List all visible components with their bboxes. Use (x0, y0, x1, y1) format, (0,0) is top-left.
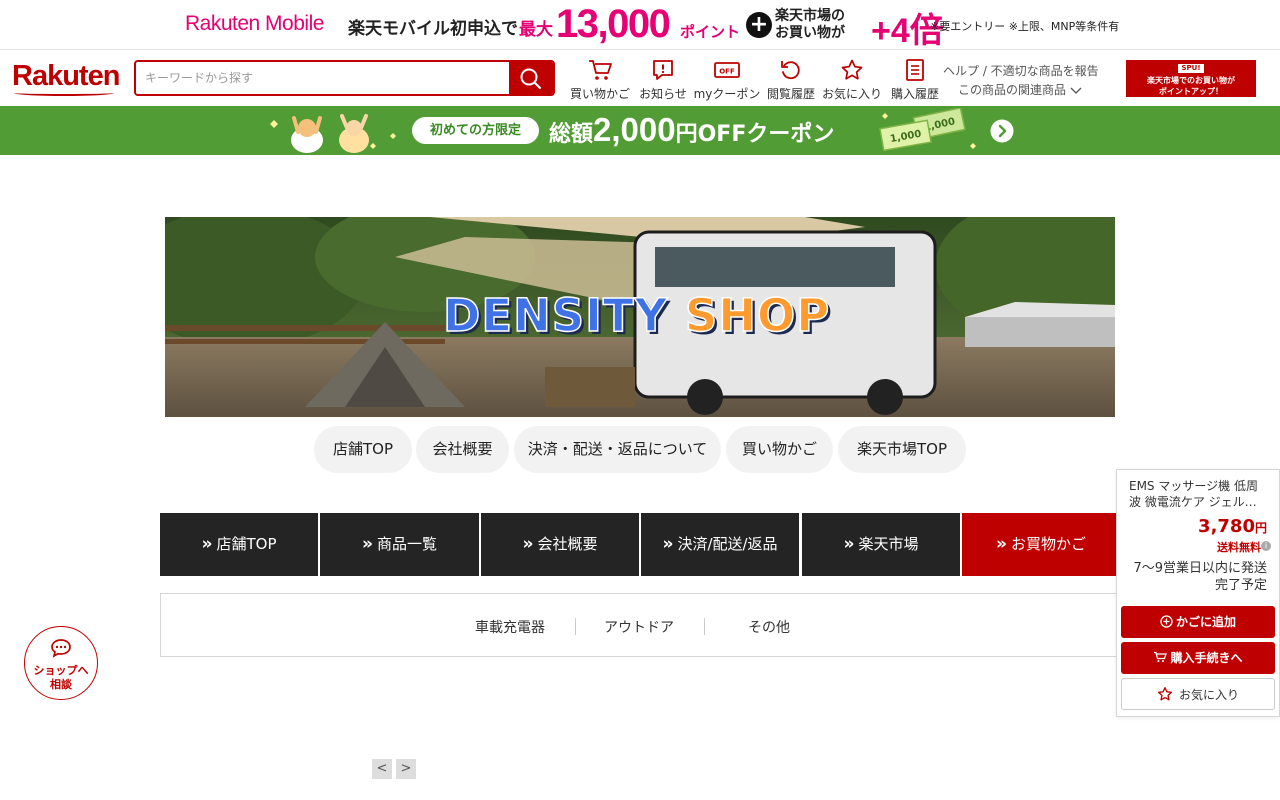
header-favorite-label: お気に入り (821, 87, 882, 101)
pager-prev-button[interactable]: < (372, 759, 392, 779)
spu-tag: SPU! (1178, 64, 1204, 73)
cash-bills-illustration: 1,000 1,000 (879, 108, 976, 152)
svg-text:OFF: OFF (719, 68, 735, 76)
search-icon (520, 68, 542, 90)
first-time-coupon-banner[interactable]: 初めての方限定 総額2,000円OFFクーポン 1,000 1,000 (0, 106, 1280, 155)
nav-company[interactable]: » 会社概要 (481, 513, 639, 576)
nav-payment[interactable]: » 決済/配送/返品 (641, 513, 799, 576)
header-favorite-link[interactable]: お気に入り (820, 58, 884, 102)
promo-points-value: 13,000 (556, 2, 671, 46)
category-car-charger[interactable]: 車載充電器 (475, 617, 545, 637)
rakuten-mobile-logo: Rakuten Mobile (185, 12, 324, 35)
tab-shop-top[interactable]: 店舗TOP (314, 426, 412, 473)
cart-icon (1154, 651, 1168, 662)
star-icon (841, 59, 863, 80)
tab-rakuten-top[interactable]: 楽天市場TOP (838, 426, 966, 473)
category-divider (575, 618, 576, 635)
plus-icon: + (746, 12, 772, 38)
header-notice-link[interactable]: お知らせ (635, 58, 691, 102)
shop-banner-title: DENSITY SHOP (442, 288, 831, 343)
promo-note: ※要エントリー ※上限、MNP等条件有 (930, 20, 1120, 33)
nav-cart[interactable]: » お買物かご (962, 513, 1120, 576)
checkout-button[interactable]: 購入手続きへ (1121, 642, 1275, 674)
nav-rakuten-market[interactable]: » 楽天市場 (802, 513, 960, 576)
tab-cart[interactable]: 買い物かご (726, 426, 833, 473)
coupon-amount-text: 総額2,000円OFFクーポン (549, 111, 835, 148)
promo-max-label: 最大 (519, 20, 553, 40)
favorite-button[interactable]: お気に入り (1121, 678, 1275, 710)
receipt-icon (906, 59, 924, 81)
search-input[interactable] (136, 62, 512, 94)
site-header: Rakuten 買い物かご お知らせ OFF myクーポン (0, 50, 1280, 106)
promo-market-text: 楽天市場の お買い物が (775, 8, 845, 41)
double-chevron-icon: » (662, 534, 673, 554)
header-purchase-history-link[interactable]: 購入履歴 (887, 58, 943, 102)
chat-icon (51, 639, 71, 658)
promo-lead-text: 楽天モバイル初申込で (348, 19, 518, 39)
header-notice-label: お知らせ (639, 87, 687, 101)
category-outdoor[interactable]: アウトドア (604, 617, 674, 637)
related-items-link[interactable]: この商品の関連商品 (943, 81, 1099, 100)
double-chevron-icon: » (996, 534, 1007, 554)
shop-banner-image[interactable]: DENSITY SHOP (165, 217, 1115, 417)
header-cart-link[interactable]: 買い物かご (568, 58, 632, 102)
coupon-icon: OFF (714, 62, 740, 78)
header-history-label: 閲覧履歴 (766, 87, 815, 101)
star-icon (1157, 687, 1172, 701)
nav-product-list[interactable]: » 商品一覧 (320, 513, 479, 576)
category-menu: 車載充電器 アウトドア その他 (160, 593, 1120, 657)
tab-payment-shipping[interactable]: 決済・配送・返品について (514, 426, 721, 473)
notice-icon (653, 60, 673, 80)
floating-product-card: EMS マッサージ機 低周波 微電流ケア ジェル… 3,780円 送料無料 i … (1116, 469, 1280, 717)
plus-circle-icon (1160, 615, 1173, 628)
category-other[interactable]: その他 (748, 617, 790, 637)
shop-chat-button[interactable]: ショップへ 相談 (24, 626, 98, 700)
nav-shop-top[interactable]: » 店舗TOP (160, 513, 318, 576)
header-purchase-history-label: 購入履歴 (890, 87, 939, 101)
header-history-link[interactable]: 閲覧履歴 (763, 58, 819, 102)
rakuten-mobile-promo-banner[interactable]: Rakuten Mobile 楽天モバイル初申込で 最大 13,000 ポイント… (0, 0, 1280, 50)
delivery-estimate: 7～9営業日以内に発送完了予定 (1133, 561, 1267, 593)
help-links: ヘルプ / 不適切な商品を報告 この商品の関連商品 (943, 62, 1099, 100)
spu-banner[interactable]: SPU! 楽天市場でのお買い物が ポイントアップ！ (1126, 60, 1256, 97)
product-price: 3,780円 (1198, 516, 1267, 537)
rakuten-logo[interactable]: Rakuten (12, 60, 120, 93)
free-shipping-label: 送料無料 (1217, 541, 1261, 554)
pager-next-button[interactable]: > (396, 759, 416, 779)
add-to-cart-button[interactable]: かごに追加 (1121, 606, 1275, 638)
info-icon[interactable]: i (1261, 541, 1271, 551)
header-cart-label: 買い物かご (569, 87, 630, 101)
first-time-pill: 初めての方限定 (412, 117, 539, 144)
double-chevron-icon: » (522, 534, 534, 554)
double-chevron-icon: » (362, 534, 373, 554)
help-report-link[interactable]: ヘルプ / 不適切な商品を報告 (943, 62, 1099, 81)
category-divider (704, 618, 705, 635)
history-icon (781, 61, 800, 80)
search-bar (134, 60, 555, 96)
tab-company[interactable]: 会社概要 (416, 426, 509, 473)
arrow-right-icon[interactable] (990, 119, 1014, 143)
promo-points-unit: ポイント (680, 23, 741, 41)
double-chevron-icon: » (201, 534, 213, 554)
chevron-down-icon (1070, 87, 1082, 94)
search-button[interactable] (509, 62, 553, 94)
product-name[interactable]: EMS マッサージ機 低周波 微電流ケア ジェル… (1129, 478, 1269, 510)
cart-icon (589, 60, 612, 80)
double-chevron-icon: » (843, 534, 855, 554)
mascot-illustration (270, 114, 396, 153)
header-coupon-label: myクーポン (693, 87, 761, 101)
logo-swoosh (14, 90, 114, 96)
header-coupon-link[interactable]: OFF myクーポン (693, 58, 761, 102)
